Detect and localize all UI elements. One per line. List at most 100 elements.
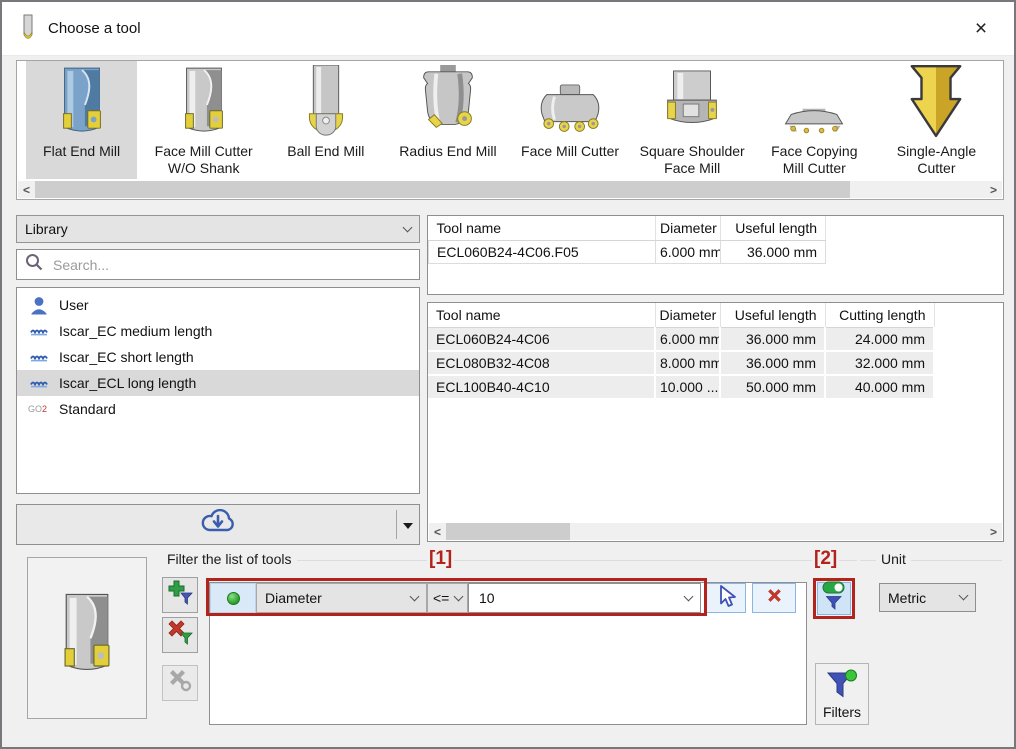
toolbar-tool[interactable]: Square Shoulder Face Mill xyxy=(637,61,748,179)
filter-value-input[interactable] xyxy=(477,589,667,607)
library-list-item[interactable]: Iscar_ECL long length xyxy=(17,370,419,396)
column-header[interactable]: Diameter xyxy=(656,216,721,241)
table-cell: 6.000 mm xyxy=(656,241,721,264)
iscar-logo-icon xyxy=(27,326,51,337)
table-cell: 50.000 mm xyxy=(720,375,825,399)
column-header[interactable]: Useful length xyxy=(721,216,826,241)
add-filter-button[interactable] xyxy=(162,577,198,613)
tool-list-panel: Tool nameDiameterUseful lengthCutting le… xyxy=(427,302,1004,542)
column-header[interactable]: Diameter xyxy=(655,303,720,328)
download-library-button[interactable] xyxy=(16,504,420,545)
dropdown-arrow-icon[interactable] xyxy=(403,523,413,529)
toolbar-tool-label: Ball End Mill xyxy=(287,143,364,160)
search-input[interactable] xyxy=(51,256,381,274)
enable-filter-toggle-button[interactable] xyxy=(817,582,851,615)
flat-end-mill-icon xyxy=(51,63,113,141)
toolbar-tool[interactable]: Face Copying Mill Cutter xyxy=(759,61,870,179)
table-cell: 36.000 mm xyxy=(721,241,826,264)
table-row[interactable]: ECL060B24-4C066.000 mm36.000 mm24.000 mm xyxy=(428,328,934,352)
chevron-down-icon xyxy=(403,222,413,232)
scrollbar-thumb[interactable] xyxy=(446,523,570,540)
column-header[interactable]: Tool name xyxy=(429,216,656,241)
library-item-label: Iscar_EC medium length xyxy=(59,323,212,339)
button-separator xyxy=(396,510,397,539)
annotation-label-1: [1] xyxy=(427,548,454,570)
selected-tool-panel: Tool nameDiameterUseful lengthECL060B24-… xyxy=(427,215,1004,295)
scrollbar-thumb[interactable] xyxy=(35,181,850,198)
user-icon xyxy=(27,295,51,315)
library-item-label: Iscar_ECL long length xyxy=(59,375,196,391)
tool-type-list: Flat End Mill Face Mill Cutter W/O Shank… xyxy=(17,61,1003,179)
toolbar-tool[interactable]: Radius End Mill xyxy=(392,61,503,179)
library-dropdown[interactable]: Library xyxy=(16,215,420,243)
add-filter-icon xyxy=(168,580,193,610)
table-row[interactable]: ECL060B24-4C06.F056.000 mm36.000 mm xyxy=(429,241,826,264)
column-header[interactable]: Cutting length xyxy=(825,303,934,328)
toolbar-tool-label: Face Mill Cutter W/O Shank xyxy=(148,143,259,177)
filter-status-cell[interactable] xyxy=(210,583,256,613)
filter-field-dropdown[interactable]: Diameter xyxy=(256,583,427,613)
square-shoulder-face-mill-icon xyxy=(657,63,727,141)
table-cell: 8.000 mm xyxy=(655,351,720,375)
unit-dropdown[interactable]: Metric xyxy=(879,583,976,612)
table-cell: 24.000 mm xyxy=(825,328,934,352)
tool-list-scrollbar[interactable]: < > xyxy=(429,523,1002,540)
filter-group-label: Filter the list of tools xyxy=(162,551,297,567)
scroll-right-icon[interactable]: > xyxy=(985,183,1002,197)
chevron-down-icon xyxy=(454,591,464,601)
filter-field-value: Diameter xyxy=(265,590,322,606)
tool-strip-scrollbar[interactable]: < > xyxy=(18,181,1002,198)
table-cell: 36.000 mm xyxy=(720,351,825,375)
filter-operator-dropdown[interactable]: <= xyxy=(427,583,468,613)
library-list-item[interactable]: GO2 Standard xyxy=(17,396,419,422)
tool-preview-image xyxy=(49,591,125,686)
delete-filter-icon xyxy=(168,620,193,650)
search-icon xyxy=(25,253,43,276)
toolbar-tool-label: Square Shoulder Face Mill xyxy=(637,143,748,177)
column-header[interactable]: Tool name xyxy=(428,303,655,328)
table-cell: ECL060B24-4C06.F05 xyxy=(429,241,656,264)
pick-cursor-icon xyxy=(715,584,737,613)
face-mill-cutter-wo-shank-icon xyxy=(173,63,235,141)
svg-text:2: 2 xyxy=(42,404,47,414)
pick-tool-button[interactable] xyxy=(706,583,746,613)
scroll-right-icon[interactable]: > xyxy=(985,525,1002,539)
annotation-label-2: [2] xyxy=(812,548,839,570)
toolbar-tool-label: Face Copying Mill Cutter xyxy=(759,143,870,177)
toolbar-tool[interactable]: Ball End Mill xyxy=(270,61,381,179)
column-header[interactable]: Useful length xyxy=(720,303,825,328)
library-list-item[interactable]: User xyxy=(17,292,419,318)
face-copying-mill-cutter-icon xyxy=(778,63,850,141)
library-item-label: Standard xyxy=(59,401,116,417)
toolbar-tool[interactable]: Face Mill Cutter W/O Shank xyxy=(148,61,259,179)
cloud-download-icon xyxy=(199,508,237,541)
table-row[interactable]: ECL100B40-4C1010.000 ...50.000 mm40.000 … xyxy=(428,375,934,399)
chevron-down-icon xyxy=(410,591,420,601)
library-list-item[interactable]: Iscar_EC short length xyxy=(17,344,419,370)
chevron-down-icon xyxy=(684,591,694,601)
table-cell: 10.000 ... xyxy=(655,375,720,399)
go2-logo-icon: GO2 xyxy=(27,403,51,415)
library-list-item[interactable]: Iscar_EC medium length xyxy=(17,318,419,344)
toolbar-tool[interactable]: Flat End Mill xyxy=(26,61,137,179)
filter-operator-value: <= xyxy=(433,590,449,606)
selected-tool-table: Tool nameDiameterUseful lengthECL060B24-… xyxy=(428,216,826,264)
scroll-left-icon[interactable]: < xyxy=(429,525,446,539)
close-button[interactable]: × xyxy=(968,16,994,42)
toolbar-tool[interactable]: Face Mill Cutter xyxy=(515,61,626,179)
ball-end-mill-icon xyxy=(300,63,352,141)
filters-button[interactable]: Filters xyxy=(815,663,869,725)
filter-value-combobox[interactable] xyxy=(468,583,701,613)
remove-filter-button[interactable] xyxy=(752,583,796,613)
filter-list-box: Diameter <= xyxy=(209,582,807,725)
library-item-label: Iscar_EC short length xyxy=(59,349,194,365)
delete-filter-button[interactable] xyxy=(162,617,198,653)
titlebar: Choose a tool × xyxy=(2,2,1014,56)
toggle-funnel-icon xyxy=(822,581,846,616)
iscar-logo-icon xyxy=(27,378,51,389)
table-row[interactable]: ECL080B32-4C088.000 mm36.000 mm32.000 mm xyxy=(428,351,934,375)
toolbar-tool-label: Single-Angle Cutter xyxy=(881,143,992,177)
table-cell: ECL080B32-4C08 xyxy=(428,351,655,375)
scroll-left-icon[interactable]: < xyxy=(18,183,35,197)
toolbar-tool[interactable]: Single-Angle Cutter xyxy=(881,61,992,179)
